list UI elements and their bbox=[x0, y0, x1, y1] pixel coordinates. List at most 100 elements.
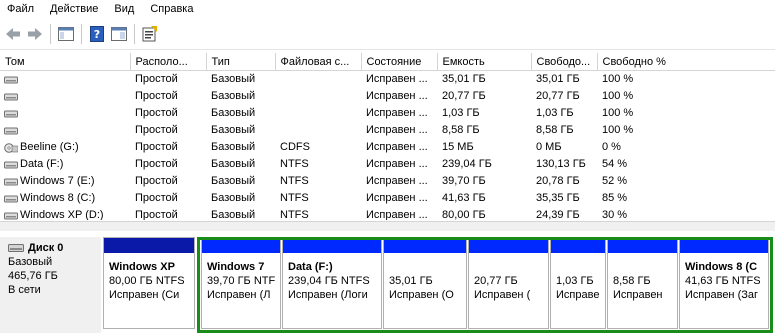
partition-name: Windows XP bbox=[109, 261, 175, 273]
partition-header-bar bbox=[680, 238, 768, 253]
volume-free-cell: 20,78 ГБ bbox=[536, 175, 580, 187]
partition-size: 239,04 ГБ NTFS bbox=[288, 275, 370, 287]
column-header[interactable]: Емкость bbox=[437, 53, 532, 71]
console-tree-button[interactable] bbox=[56, 24, 76, 44]
volume-fs-cell bbox=[275, 71, 361, 89]
volume-status-cell: Исправен ... bbox=[366, 124, 428, 136]
volume-capacity-cell: 239,04 ГБ bbox=[442, 158, 492, 170]
volume-free-cell: 35,01 ГБ bbox=[536, 73, 580, 85]
partition-status: Исправен ( bbox=[474, 289, 531, 301]
menu-help[interactable]: Справка bbox=[142, 0, 201, 19]
column-header[interactable]: Состояние bbox=[361, 53, 438, 71]
column-header[interactable]: Свободо... bbox=[531, 53, 598, 71]
column-header[interactable]: Располо... bbox=[130, 53, 207, 71]
partition-body: 20,77 ГБ Исправен ( bbox=[469, 253, 548, 302]
volume-fs-cell: NTFS bbox=[280, 175, 309, 187]
table-row[interactable]: Data (F:) Простой Базовый NTFS Исправен ... 2… bbox=[0, 156, 775, 173]
table-row[interactable]: Windows 7 (E:) Простой Базовый NTFS Исправен… bbox=[0, 173, 775, 190]
partition-name bbox=[613, 260, 677, 274]
back-button[interactable] bbox=[3, 24, 23, 44]
column-header[interactable]: Том bbox=[0, 53, 131, 71]
volume-pct-cell: 100 % bbox=[602, 73, 634, 85]
partition-block[interactable]: 8,58 ГБ Исправен bbox=[607, 237, 678, 329]
menu-file[interactable]: Файл bbox=[0, 0, 42, 19]
table-row[interactable]: Простой Базовый Исправен ... 8,58 ГБ 8,58 ГБ… bbox=[0, 122, 775, 139]
toolbar-divider bbox=[0, 49, 775, 50]
table-row[interactable]: Простой Базовый Исправен ... 35,01 ГБ 35,01 … bbox=[0, 71, 775, 89]
table-row[interactable]: Windows XP (D:) Простой Базовый NTFS Исправе… bbox=[0, 207, 775, 220]
volume-pct-cell: 85 % bbox=[602, 192, 628, 204]
partition-size: 20,77 ГБ bbox=[474, 275, 518, 287]
partition-block[interactable]: Windows XP 80,00 ГБ NTFS Исправен (Си bbox=[103, 237, 195, 329]
column-header[interactable]: Файловая с... bbox=[275, 53, 362, 71]
menu-view[interactable]: Вид bbox=[106, 0, 142, 19]
volume-name: Windows 8 (C:) bbox=[4, 190, 130, 207]
action-pane-button[interactable] bbox=[109, 24, 129, 44]
drive-icon bbox=[4, 127, 18, 134]
volume-name bbox=[4, 109, 130, 119]
volume-free-cell: 35,35 ГБ bbox=[536, 192, 580, 204]
properties-button[interactable] bbox=[140, 24, 160, 44]
volume-type-cell: Базовый bbox=[211, 90, 256, 102]
partition-name: Windows 7 bbox=[207, 261, 265, 273]
partition-block[interactable]: 1,03 ГБ Исправе bbox=[550, 237, 606, 329]
volume-status-cell: Исправен ... bbox=[366, 209, 428, 220]
volume-fs-cell bbox=[275, 105, 361, 122]
column-header[interactable]: Свободно % bbox=[597, 53, 775, 71]
disk-map: Диск 0 Базовый 465,76 ГБ В сети Windows … bbox=[0, 231, 775, 333]
disk-icon bbox=[8, 244, 24, 252]
partition-header-bar bbox=[608, 238, 677, 253]
disk-title-row: Диск 0 bbox=[8, 241, 101, 255]
table-row[interactable]: Beeline (G:) Простой Базовый CDFS Исправен .… bbox=[0, 139, 775, 156]
volume-free-cell: 24,39 ГБ bbox=[536, 209, 580, 220]
drive-icon bbox=[4, 76, 18, 83]
volume-type-cell: Базовый bbox=[211, 73, 256, 85]
toolbar-separator bbox=[134, 24, 135, 44]
partition-block[interactable]: Data (F:) 239,04 ГБ NTFS Исправен (Логи bbox=[282, 237, 382, 329]
arrow-right-icon bbox=[28, 28, 42, 40]
table-header: Том Располо... Тип Файловая с... Состояние Ем… bbox=[0, 53, 775, 71]
menu-action[interactable]: Действие bbox=[42, 0, 106, 19]
column-header[interactable]: Тип bbox=[206, 53, 276, 71]
disk-info[interactable]: Диск 0 Базовый 465,76 ГБ В сети bbox=[0, 237, 101, 333]
toolbar-separator bbox=[81, 24, 82, 44]
volume-capacity-cell: 41,63 ГБ bbox=[442, 192, 486, 204]
partition-block[interactable]: Windows 8 (C 41,63 ГБ NTFS Исправен (Заг bbox=[679, 237, 769, 329]
volume-status-cell: Исправен ... bbox=[366, 90, 428, 102]
volume-table: Том Располо... Тип Файловая с... Состояние Ем… bbox=[0, 53, 775, 220]
partition-block[interactable]: 20,77 ГБ Исправен ( bbox=[468, 237, 549, 329]
volume-layout-cell: Простой bbox=[135, 192, 178, 204]
volume-name-cell: Windows XP (D:) bbox=[0, 207, 130, 220]
partition-body: Windows 7 39,70 ГБ NTF Исправен (Л bbox=[202, 253, 280, 302]
drive-icon bbox=[4, 212, 18, 219]
volume-name-text: Windows 7 (E:) bbox=[20, 175, 95, 187]
volume-name-text: Beeline (G:) bbox=[20, 141, 79, 153]
volume-layout-cell: Простой bbox=[135, 141, 178, 153]
partition-header-bar bbox=[104, 238, 194, 253]
partition-body: 1,03 ГБ Исправе bbox=[551, 253, 605, 302]
help-button[interactable]: ? bbox=[87, 24, 107, 44]
partition-block[interactable]: 35,01 ГБ Исправен (О bbox=[383, 237, 467, 329]
table-row[interactable]: Простой Базовый Исправен ... 1,03 ГБ 1,03 ГБ… bbox=[0, 105, 775, 122]
table-row[interactable]: Windows 8 (C:) Простой Базовый NTFS Исправен… bbox=[0, 190, 775, 207]
volume-layout-cell: Простой bbox=[135, 158, 178, 170]
partition-body: Data (F:) 239,04 ГБ NTFS Исправен (Логи bbox=[283, 253, 381, 302]
cd-drive-icon bbox=[4, 142, 18, 153]
volume-pct-cell: 0 % bbox=[602, 141, 621, 153]
partition-size: 35,01 ГБ bbox=[389, 275, 433, 287]
table-row[interactable]: Простой Базовый Исправен ... 20,77 ГБ 20,77 … bbox=[0, 88, 775, 105]
volume-free-cell: 8,58 ГБ bbox=[536, 124, 574, 136]
volume-capacity-cell: 35,01 ГБ bbox=[442, 73, 486, 85]
partition-status: Исправен (Логи bbox=[288, 289, 368, 301]
partition-block[interactable]: Windows 7 39,70 ГБ NTF Исправен (Л bbox=[201, 237, 281, 329]
volume-name-cell bbox=[0, 122, 130, 139]
forward-button[interactable] bbox=[25, 24, 45, 44]
volume-layout-cell: Простой bbox=[135, 90, 178, 102]
volume-capacity-cell: 20,77 ГБ bbox=[442, 90, 486, 102]
partition-name: Data (F:) bbox=[288, 261, 333, 273]
svg-text:?: ? bbox=[94, 28, 100, 41]
toolbar: ? bbox=[0, 20, 775, 48]
partition-status: Исправен bbox=[613, 289, 663, 301]
partition-header-bar bbox=[202, 238, 280, 253]
volume-free-cell: 130,13 ГБ bbox=[536, 158, 586, 170]
